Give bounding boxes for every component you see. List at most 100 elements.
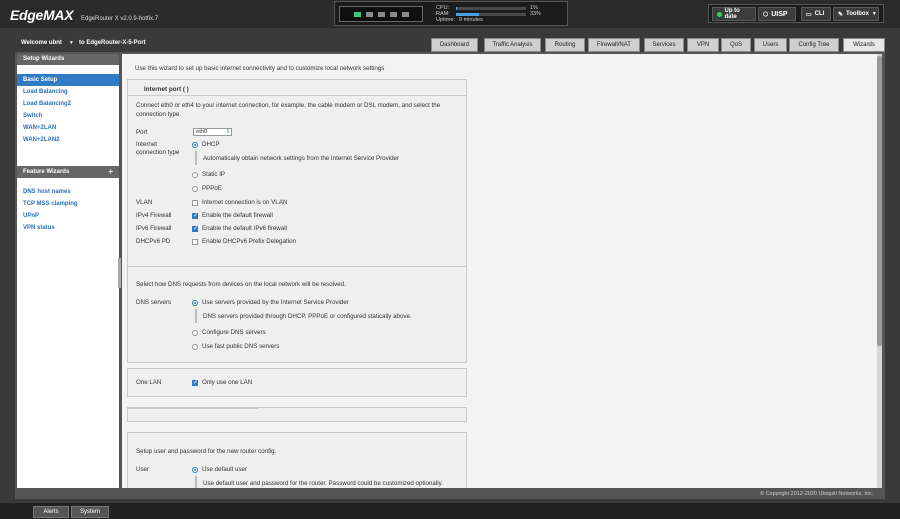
plus-icon[interactable]: +: [108, 167, 113, 176]
sidebar-resize-handle[interactable]: [118, 258, 121, 288]
dhcpv6-pd-label: DHCPv6 PD: [136, 238, 171, 245]
dhcpv6-pd-checkbox[interactable]: [192, 239, 198, 245]
dhcp-radio[interactable]: [192, 142, 198, 148]
dhcp-label: DHCP: [202, 141, 220, 148]
tab-firewall-nat[interactable]: Firewall/NAT: [588, 38, 640, 52]
firmware-version: EdgeRouter X v2.0.9-hotfix.7: [81, 16, 159, 22]
welcome-text: Welcome ubnt: [21, 40, 62, 46]
static-ip-label: Static IP: [202, 171, 226, 178]
tab-routing[interactable]: Routing: [545, 38, 585, 52]
ipv6-firewall-label: IPv6 Firewall: [136, 225, 172, 232]
ram-bar-fill: [456, 12, 480, 16]
cpu-bar: [456, 6, 526, 10]
sidebar-item-tcp-mss-clamping[interactable]: TCP MSS clamping: [17, 198, 119, 210]
uptime-value: 9 minutes: [459, 17, 483, 23]
sidebar-item-wan-2lan[interactable]: WAN+2LAN: [17, 122, 119, 134]
default-user-label: Use default user: [202, 466, 248, 473]
static-ip-radio[interactable]: [192, 172, 198, 178]
tab-qos[interactable]: QoS: [721, 38, 751, 52]
uisp-button[interactable]: ⬡ UISP: [758, 7, 796, 21]
tab-dashboard[interactable]: Dashboard: [431, 38, 478, 52]
port-label: Port: [136, 129, 148, 136]
sidebar-item-dns-host-names[interactable]: DNS host names: [17, 186, 119, 198]
uisp-label: UISP: [771, 10, 788, 18]
cli-label: CLI: [814, 11, 825, 17]
terminal-icon: ▭: [806, 11, 812, 18]
dns-isp-radio[interactable]: [192, 300, 198, 306]
ipv4-firewall-label: IPv4 Firewall: [136, 212, 172, 219]
cpu-bar-fill: [456, 6, 457, 10]
tab-vpn[interactable]: VPN: [687, 38, 719, 52]
ipv4-firewall-checkbox[interactable]: [192, 212, 198, 219]
vlan-checkbox[interactable]: [192, 200, 198, 206]
connection-type-label-2: connection type: [136, 149, 180, 156]
sidebar-item-vpn-status[interactable]: VPN status: [17, 222, 119, 234]
toolbox-button[interactable]: ✎ Toolbox ▼: [833, 7, 879, 21]
pppoe-radio[interactable]: [192, 186, 198, 192]
update-status-label: Up to date: [724, 8, 740, 20]
wizard-intro: Use this wizard to set up basic internet…: [135, 65, 385, 72]
uisp-icon: ⬡: [763, 11, 769, 18]
ipv6-firewall-text: Enable the default IPv6 firewall: [202, 225, 287, 232]
one-lan-label: One LAN: [136, 379, 162, 386]
user-section: Setup user and password for the new rout…: [127, 432, 467, 488]
section-divider: [128, 408, 258, 409]
cli-button[interactable]: ▭ CLI: [801, 7, 831, 21]
vlan-text: Internet connection is on VLAN: [202, 199, 288, 206]
one-lan-checkbox[interactable]: [192, 379, 198, 386]
dns-isp-label: Use servers provided by the Internet Ser…: [202, 299, 349, 306]
dhcp-note: Automatically obtain network settings fr…: [203, 155, 400, 162]
feature-wizards-title: Feature Wizards: [23, 169, 70, 175]
setup-wizards-header: Setup Wizards: [17, 54, 119, 65]
ram-value: 33%: [530, 11, 542, 17]
note-bar: [195, 151, 197, 165]
sidebar-item-load-balancing[interactable]: Load Balancing: [17, 86, 119, 98]
internet-desc-2: connection type.: [136, 111, 182, 118]
dns-configure-radio[interactable]: [192, 330, 198, 336]
select-arrows-icon: ⇕: [225, 129, 230, 135]
dns-desc: Select how DNS requests from devices on …: [136, 281, 346, 288]
dhcpv6-pd-text: Enable DHCPv6 Prefix Delegation: [202, 238, 296, 245]
wizard-content: Use this wizard to set up basic internet…: [122, 54, 882, 488]
section-divider: [128, 95, 466, 96]
user-label: User: [136, 466, 150, 473]
sidebar-item-wan-2lan2[interactable]: WAN+2LAN2: [17, 134, 119, 146]
user-desc: Setup user and password for the new rout…: [136, 448, 277, 455]
tab-config-tree[interactable]: Config Tree: [789, 38, 839, 52]
edgemax-logo[interactable]: EdgeMAX: [10, 7, 74, 23]
sidebar-item-load-balancing2[interactable]: Load Balancing2: [17, 98, 119, 110]
sidebar-item-basic-setup[interactable]: Basic Setup: [17, 74, 119, 86]
default-user-note: Use default user and password for the ro…: [203, 480, 443, 487]
connection-type-label-1: Internet: [136, 141, 157, 148]
port-select[interactable]: eth0 ⇕: [193, 128, 232, 136]
alerts-tab[interactable]: Alerts: [33, 506, 69, 518]
feature-wizards-header[interactable]: Feature Wizards +: [17, 166, 119, 178]
sidebar: Setup Wizards Basic Setup Load Balancing…: [17, 54, 119, 488]
vlan-label: VLAN: [136, 199, 153, 206]
ipv6-firewall-checkbox[interactable]: [192, 225, 198, 232]
default-user-radio[interactable]: [192, 467, 198, 473]
tab-users[interactable]: Users: [754, 38, 787, 52]
dns-public-radio[interactable]: [192, 344, 198, 350]
wrench-icon: ✎: [838, 11, 844, 18]
dns-public-label: Use fast public DNS servers: [202, 343, 280, 350]
system-tab[interactable]: System: [71, 506, 109, 518]
dns-configure-label: Configure DNS servers: [202, 329, 266, 336]
dns-isp-note: DNS servers provided through DHCP, PPPoE…: [203, 313, 412, 320]
sidebar-item-upnp[interactable]: UPnP: [17, 210, 119, 222]
user-menu[interactable]: Welcome ubnt ▼: [21, 40, 74, 46]
tab-wizards[interactable]: Wizards: [843, 38, 885, 52]
port-select-value: eth0: [196, 129, 208, 135]
port-eth0-icon: [353, 11, 361, 17]
chevron-down-icon: ▼: [68, 40, 74, 46]
ram-bar: [456, 12, 526, 16]
update-status-button[interactable]: Up to date: [712, 7, 756, 21]
internet-desc-1: Connect eth0 or eth4 to your internet co…: [136, 102, 441, 109]
tab-services[interactable]: Services: [644, 38, 684, 52]
device-name: to EdgeRouter-X-5-Port: [79, 40, 146, 46]
scrollbar-thumb[interactable]: [877, 56, 882, 346]
sidebar-item-switch[interactable]: Switch: [17, 110, 119, 122]
uptime-label: Uptime:: [436, 17, 455, 23]
tab-traffic-analysis[interactable]: Traffic Analysis: [484, 38, 541, 52]
port-status: [339, 6, 423, 22]
